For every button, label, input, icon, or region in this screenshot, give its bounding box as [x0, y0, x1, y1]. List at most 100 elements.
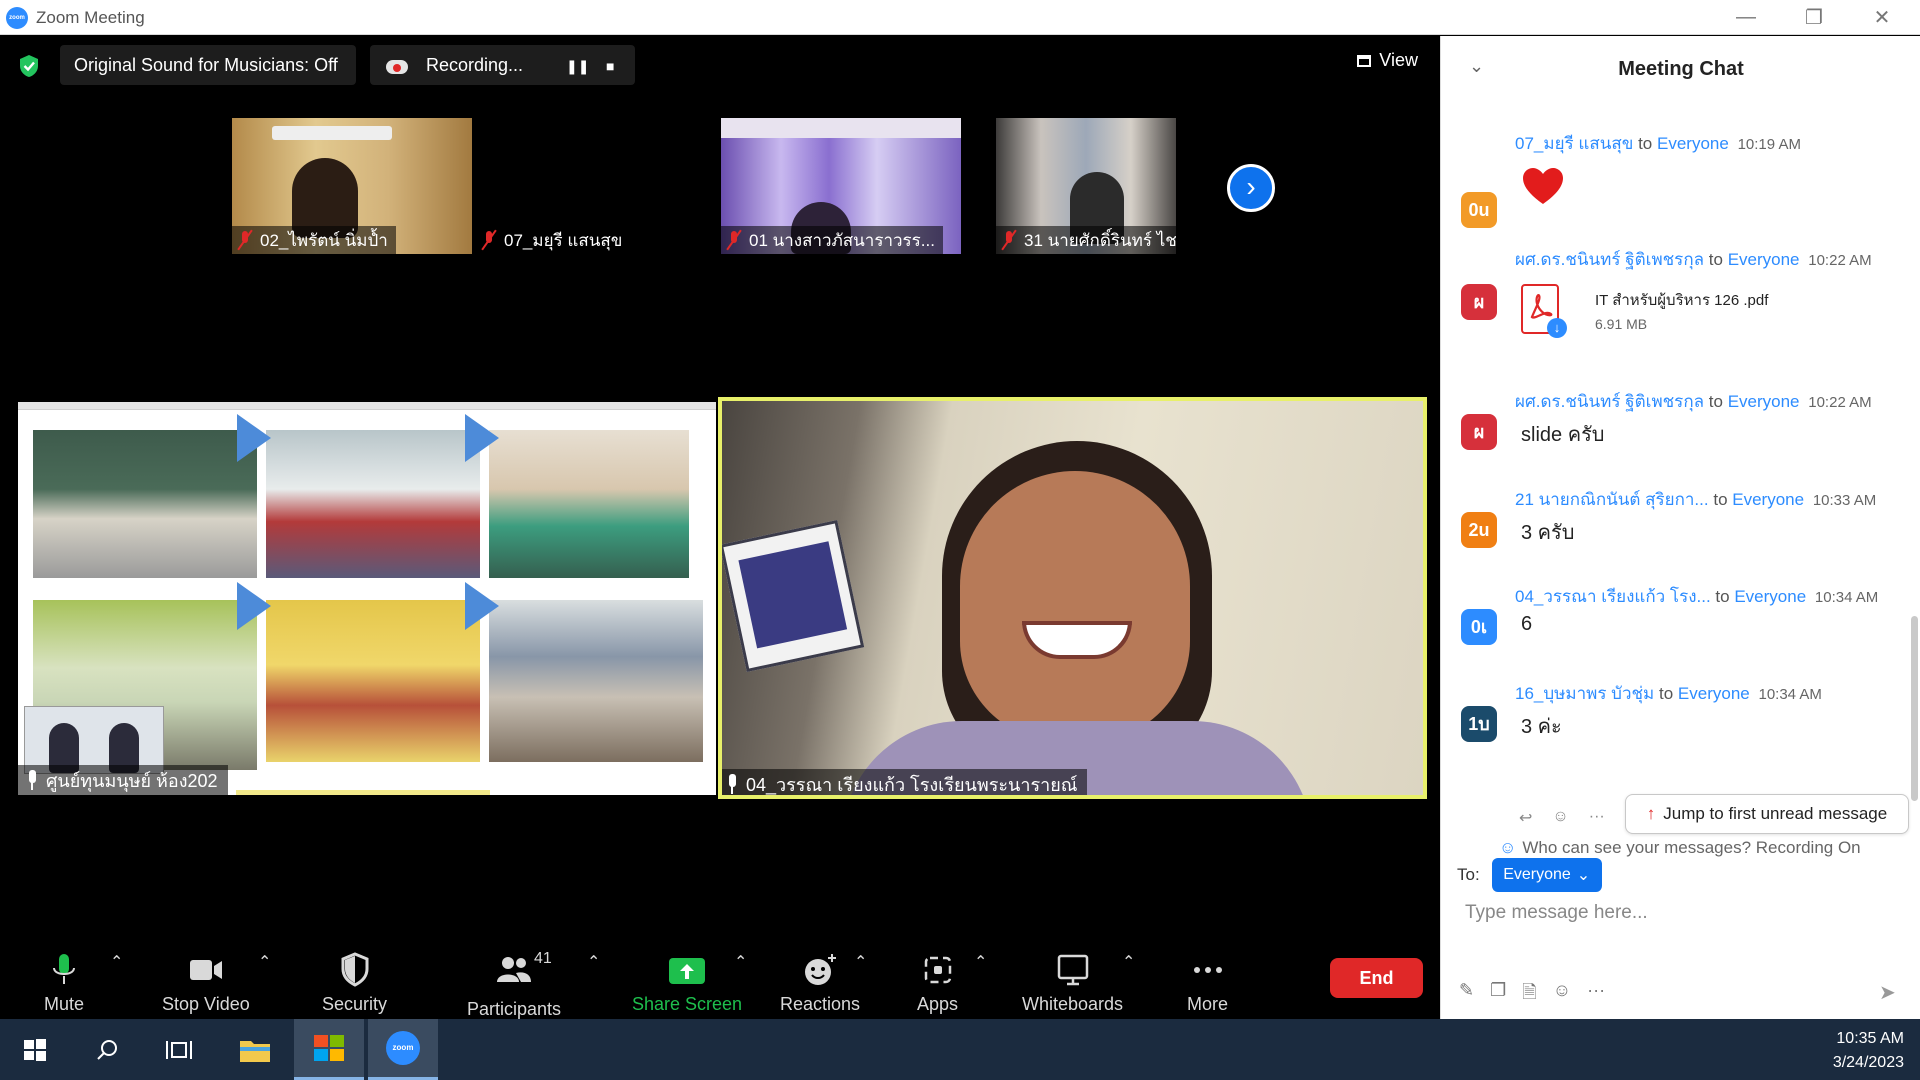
mute-button[interactable]: Mute [44, 952, 84, 1015]
thumbnail-label: 02_ไพรัตน์ นิ่มป้ำ [232, 226, 396, 254]
video-options-caret-icon[interactable]: ⌃ [258, 952, 271, 972]
message-text: 6 [1521, 613, 1533, 635]
message-actions: ↩ ☺ ··· [1519, 808, 1605, 828]
thumbnail-label: 31 นายศักดิ์รินทร์ ไชติ... [996, 226, 1176, 254]
chat-message-input[interactable] [1465, 898, 1895, 928]
ceiling-decor [721, 118, 961, 138]
share-options-caret-icon[interactable]: ⌃ [734, 952, 747, 972]
chat-scrollbar[interactable] [1911, 616, 1918, 801]
more-label: More [1187, 994, 1229, 1014]
message-to: to [1659, 684, 1674, 703]
meeting-chat-panel: ⌄ Meeting Chat 07_มยุรี แสนสุข to Everyo… [1440, 36, 1920, 1019]
share-screen-button[interactable]: Share Screen [632, 952, 742, 1015]
task-view-button[interactable] [144, 1019, 214, 1080]
zoom-app-icon: zoom [386, 1031, 420, 1065]
more-button[interactable]: More [1187, 952, 1228, 1015]
file-explorer-button[interactable] [220, 1019, 290, 1080]
reactions-options-caret-icon[interactable]: ⌃ [854, 952, 867, 972]
encryption-shield-icon[interactable] [18, 54, 40, 78]
pause-recording-icon[interactable]: ❚❚ [566, 58, 589, 75]
thumbnail-name: 02_ไพรัตน์ นิ่มป้ำ [260, 230, 388, 250]
to-label: To: [1457, 865, 1480, 884]
add-reaction-icon[interactable]: ☺ [1552, 808, 1568, 828]
security-button[interactable]: Security [322, 952, 387, 1015]
chevron-down-icon: ⌄ [1576, 867, 1591, 884]
apps-icon [924, 956, 951, 984]
file-attachment[interactable]: ↓ IT สำหรับผู้บริหาร 126 .pdf 6.91 MB [1521, 278, 1831, 348]
minimize-button[interactable]: — [1712, 0, 1780, 35]
more-actions-icon[interactable]: ··· [1589, 808, 1605, 828]
participants-options-caret-icon[interactable]: ⌃ [587, 952, 600, 972]
participant-thumbnail[interactable]: 02_ไพรัตน์ นิ่มป้ำ [232, 118, 472, 254]
recording-label: Recording... [426, 54, 524, 75]
search-button[interactable] [72, 1019, 142, 1080]
classroom-photo [489, 600, 703, 762]
start-menu-button[interactable] [0, 1019, 70, 1080]
zoom-taskbar-button[interactable]: zoom [368, 1019, 438, 1080]
emoji-icon[interactable]: ☺ [1553, 980, 1571, 1010]
message-audience: Everyone [1727, 392, 1800, 411]
folder-icon [240, 1040, 270, 1062]
share-screen-icon [669, 958, 706, 984]
office-app-icon [314, 1035, 344, 1061]
message-sender[interactable]: 16_บุษมาพร บัวชุ่ม [1515, 684, 1654, 703]
format-text-icon[interactable]: ✎ [1459, 980, 1474, 1010]
message-to: to [1715, 587, 1730, 606]
close-button[interactable]: ✕ [1848, 0, 1916, 35]
speaker-face [960, 471, 1190, 741]
message-audience: Everyone [1677, 684, 1750, 703]
message-time: 10:34 AM [1758, 686, 1822, 703]
attach-file-icon[interactable]: 🗎 [1522, 980, 1536, 1010]
more-options-icon[interactable]: ··· [1587, 980, 1605, 1010]
message-meta: 21 นายกณิกนันต์ สุริยกา... to Everyone 1… [1515, 486, 1876, 513]
whiteboards-options-caret-icon[interactable]: ⌃ [1122, 952, 1135, 972]
message-sender[interactable]: 07_มยุรี แสนสุข [1515, 134, 1633, 153]
unmuted-mic-icon [26, 770, 38, 790]
shared-screen-tile[interactable]: ศูนย์ทุนมนุษย์ ห้อง202 [18, 402, 716, 795]
file-name: IT สำหรับผู้บริหาร 126 .pdf [1595, 292, 1769, 309]
reactions-button[interactable]: Reactions [780, 952, 860, 1015]
recipient-select[interactable]: Everyone ⌄ [1491, 858, 1602, 892]
flow-arrow-icon [465, 582, 499, 630]
search-icon [97, 1039, 117, 1060]
flow-arrow-icon [237, 582, 271, 630]
participant-thumbnail[interactable]: 31 นายศักดิ์รินทร์ ไชติ... [996, 118, 1176, 254]
restore-button[interactable]: ❐ [1780, 0, 1848, 35]
message-sender[interactable]: ผศ.ดร.ชนินทร์ ฐิติเพชรกุล [1515, 392, 1704, 411]
cloud-recording-icon [384, 56, 410, 74]
screenshot-icon[interactable]: ❐ [1490, 980, 1506, 1010]
send-icon[interactable]: ➤ [1879, 980, 1896, 1005]
mute-options-caret-icon[interactable]: ⌃ [110, 952, 123, 972]
message-sender[interactable]: 04_วรรณา เรียงแก้ว โรง... [1515, 587, 1711, 606]
stop-video-button[interactable]: Stop Video [162, 952, 250, 1015]
apps-options-caret-icon[interactable]: ⌃ [974, 952, 987, 972]
reply-icon[interactable]: ↩ [1519, 808, 1532, 828]
avatar: 0เ [1461, 609, 1497, 645]
office-app-button[interactable] [294, 1019, 364, 1080]
zoom-logo-icon: zoom [6, 7, 28, 29]
whiteboards-button[interactable]: Whiteboards [1022, 952, 1123, 1015]
participants-label: Participants [467, 999, 562, 1019]
message-sender[interactable]: 21 นายกณิกนันต์ สุริยกา... [1515, 490, 1709, 509]
end-meeting-button[interactable]: End [1330, 958, 1423, 998]
chat-toolbar: ✎ ❐ 🗎 ☺ ··· [1459, 980, 1605, 1010]
original-sound-toggle[interactable]: Original Sound for Musicians: Off [60, 45, 356, 85]
jump-to-unread-button[interactable]: ↑ Jump to first unread message [1625, 794, 1909, 834]
apps-button[interactable]: Apps [917, 952, 958, 1015]
message-privacy-notice[interactable]: ☺ Who can see your messages? Recording O… [1499, 838, 1861, 858]
download-icon[interactable]: ↓ [1547, 318, 1567, 338]
avatar: ผ [1461, 284, 1497, 320]
participants-button[interactable]: 41 Participants [467, 950, 562, 1020]
stop-recording-icon[interactable]: ■ [606, 58, 614, 74]
microphone-icon [53, 954, 76, 984]
next-page-arrow-icon[interactable]: › [1227, 164, 1275, 212]
view-button[interactable]: View [1357, 50, 1418, 71]
system-clock[interactable]: 10:35 AM 3/24/2023 [1833, 1027, 1904, 1075]
message-sender[interactable]: ผศ.ดร.ชนินทร์ ฐิติเพชรกุล [1515, 250, 1704, 269]
classroom-photo [33, 430, 257, 578]
original-sound-label: Original Sound for Musicians: Off [74, 54, 338, 75]
participant-thumbnail[interactable]: 01 นางสาวภัสนาราวรร... [721, 118, 961, 254]
active-speaker-tile[interactable]: 04_วรรณา เรียงแก้ว โรงเรียนพระนารายณ์ [718, 397, 1427, 799]
video-area: Original Sound for Musicians: Off Record… [0, 36, 1440, 1019]
participant-thumbnail[interactable]: 07_มยุรี แสนสุข [476, 118, 716, 254]
